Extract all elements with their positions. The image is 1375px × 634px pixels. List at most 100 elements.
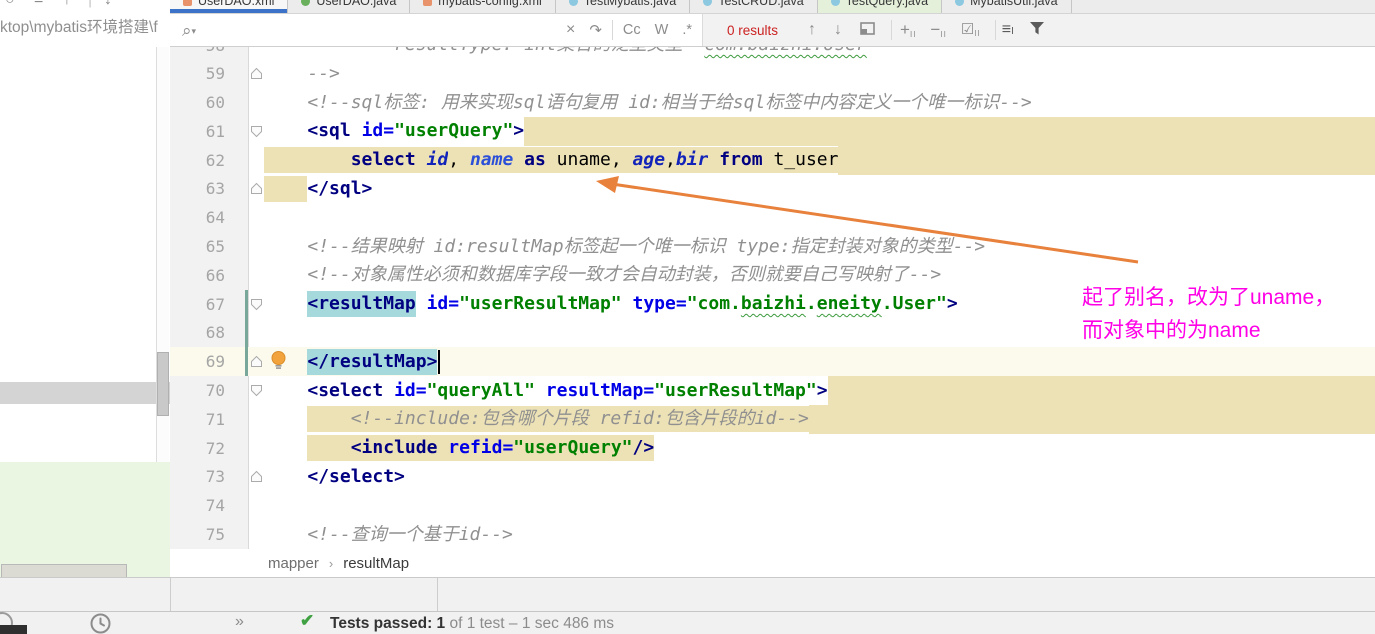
- fold-marker-up[interactable]: [250, 182, 263, 195]
- left-panel-selected-row[interactable]: [0, 382, 170, 404]
- open-in-window-icon[interactable]: [860, 22, 875, 38]
- breadcrumb-item-mapper[interactable]: mapper: [268, 555, 319, 572]
- gutter-row-75: 75: [170, 520, 264, 549]
- code-line-58[interactable]: resultType: int集合的泛型类型 com.baizhi.User: [264, 47, 1375, 59]
- gutter-row-73: 73: [170, 463, 264, 492]
- match-case-toggle[interactable]: Cc: [623, 22, 641, 38]
- fold-marker-down[interactable]: [250, 125, 263, 138]
- search-input[interactable]: [196, 17, 566, 43]
- code-line-73[interactable]: </select>: [264, 463, 1375, 492]
- line-number: 65: [205, 237, 225, 257]
- code-segment: </resultMap>: [307, 348, 438, 375]
- code-segment: eneity: [816, 293, 882, 315]
- code-line-59[interactable]: -->: [264, 59, 1375, 88]
- code-line-74[interactable]: [264, 491, 1375, 520]
- remove-occurrence-icon[interactable]: −II: [930, 21, 946, 39]
- line-number: 71: [205, 409, 225, 429]
- code-line-65[interactable]: <!--结果映射 id:resultMap标签起一个唯一标识 type:指定封装…: [264, 232, 1375, 261]
- code-line-63[interactable]: </sql>: [264, 175, 1375, 204]
- code-line-69[interactable]: </resultMap>: [264, 347, 1375, 377]
- intention-bulb-icon[interactable]: [270, 350, 288, 370]
- tab-userdao-xml[interactable]: UserDAO.xml: [170, 0, 289, 13]
- code-segment: ,: [448, 147, 470, 174]
- filter-icon[interactable]: [1029, 22, 1044, 38]
- whole-words-toggle[interactable]: W: [655, 22, 669, 38]
- code-segment: resultMap=: [545, 379, 655, 401]
- tab-userdao-java[interactable]: UserDAO.java: [288, 0, 411, 13]
- ide-window: ○ ≡ ↑ | ↓ ktop\mybatis环境搭建\f UserDAO.xml…: [0, 0, 1375, 634]
- code-segment: from: [719, 147, 763, 174]
- up-arrow-icon[interactable]: ↑: [63, 0, 71, 9]
- xml-file-icon: [183, 0, 192, 6]
- code-line-71[interactable]: <!--include:包含哪个片段 refid:包含片段的id-->: [264, 404, 1375, 434]
- code-line-64[interactable]: [264, 203, 1375, 232]
- injected-fragment-highlight: [808, 404, 1375, 434]
- breadcrumb-item-resultmap[interactable]: resultMap: [343, 555, 409, 572]
- taskbar-corner: [0, 625, 27, 634]
- code-segment: />: [632, 435, 655, 462]
- left-panel-green-area: [0, 462, 170, 577]
- code-segment: .: [805, 293, 817, 315]
- fold-marker-up[interactable]: [250, 355, 263, 368]
- code-segment: [307, 406, 351, 433]
- tab-testcrud-java[interactable]: TestCRUD.java: [690, 0, 818, 13]
- tab-label: UserDAO.java: [316, 0, 397, 8]
- code-segment: "userQuery": [394, 120, 514, 142]
- gutter-row-71: 71: [170, 405, 264, 434]
- line-number: 60: [205, 93, 225, 113]
- tab-mybatis-config-xml[interactable]: mybatis-config.xml: [410, 0, 556, 13]
- code-line-62[interactable]: select id, name as uname, age, bir from t…: [264, 145, 1375, 175]
- close-icon[interactable]: ×: [566, 22, 575, 38]
- select-all-occurrences-icon[interactable]: ☑II: [961, 22, 981, 38]
- circle-icon[interactable]: ○: [5, 0, 15, 9]
- down-arrow-icon[interactable]: ↓: [104, 0, 112, 9]
- add-occurrence-icon[interactable]: +II: [900, 21, 916, 39]
- tab-testmybatis-java[interactable]: TestMybatis.java: [555, 0, 691, 13]
- multiline-icon[interactable]: ≡I: [1002, 22, 1014, 38]
- fold-marker-up[interactable]: [250, 470, 263, 483]
- java-class-icon: [568, 0, 578, 6]
- code-segment: uname,: [545, 147, 633, 174]
- history-icon[interactable]: ↷: [589, 23, 602, 38]
- line-number: 69: [205, 352, 225, 372]
- code-segment: <resultMap: [307, 291, 416, 318]
- regex-toggle[interactable]: .*: [682, 22, 692, 38]
- fold-marker-down[interactable]: [250, 384, 263, 397]
- vcs-change-bar[interactable]: [245, 289, 248, 377]
- code-segment: -->: [307, 62, 340, 84]
- tab-mybatisutil-java[interactable]: MybatisUtil.java: [942, 0, 1072, 13]
- code-segment: <select: [307, 379, 384, 401]
- find-bar: ⌕▾ × ↷ Cc W .* 0 results ↑ ↓ +II −II ☑II…: [170, 14, 1375, 47]
- code-line-61[interactable]: <sql id= "userQuery" >: [264, 117, 1375, 146]
- line-number: 63: [205, 179, 225, 199]
- gutter-row-65: 65: [170, 232, 264, 261]
- chevrons-icon[interactable]: »: [235, 613, 244, 631]
- java-class-icon: [955, 0, 965, 6]
- code-line-70[interactable]: <select id= "queryAll" resultMap= "userRes…: [264, 376, 1375, 405]
- find-bar-separator: [611, 20, 613, 40]
- code-segment: bir: [675, 147, 709, 174]
- code-line-72[interactable]: <include refid= "userQuery"/>: [264, 434, 1375, 463]
- code-line-60[interactable]: <!--sql标签: 用来实现sql语句复用 id:相当于给sql标签中内容定义…: [264, 88, 1375, 117]
- prev-occurrence-icon[interactable]: ↑: [808, 22, 816, 38]
- xml-file-icon: [423, 0, 433, 6]
- search-icon[interactable]: ⌕▾: [182, 22, 196, 39]
- menu-icon[interactable]: ≡: [34, 0, 43, 9]
- fold-marker-down[interactable]: [250, 298, 263, 311]
- fold-marker-up[interactable]: [250, 67, 263, 80]
- left-panel-vscrollbar-thumb[interactable]: [157, 352, 169, 416]
- tab-testquery-java[interactable]: TestQuery.java: [817, 0, 943, 13]
- code-line-75[interactable]: <!--查询一个基于id-->: [264, 520, 1375, 549]
- left-panel-hscrollbar-thumb[interactable]: [1, 564, 127, 577]
- gutter-row-59: 59: [170, 59, 264, 88]
- code-segment: age: [632, 147, 666, 174]
- code-segment: <!--结果映射 id:resultMap标签起一个唯一标识 type:指定封装…: [307, 235, 986, 257]
- line-number: 72: [205, 438, 225, 458]
- clock-icon[interactable]: [90, 613, 111, 634]
- next-occurrence-icon[interactable]: ↓: [834, 22, 842, 38]
